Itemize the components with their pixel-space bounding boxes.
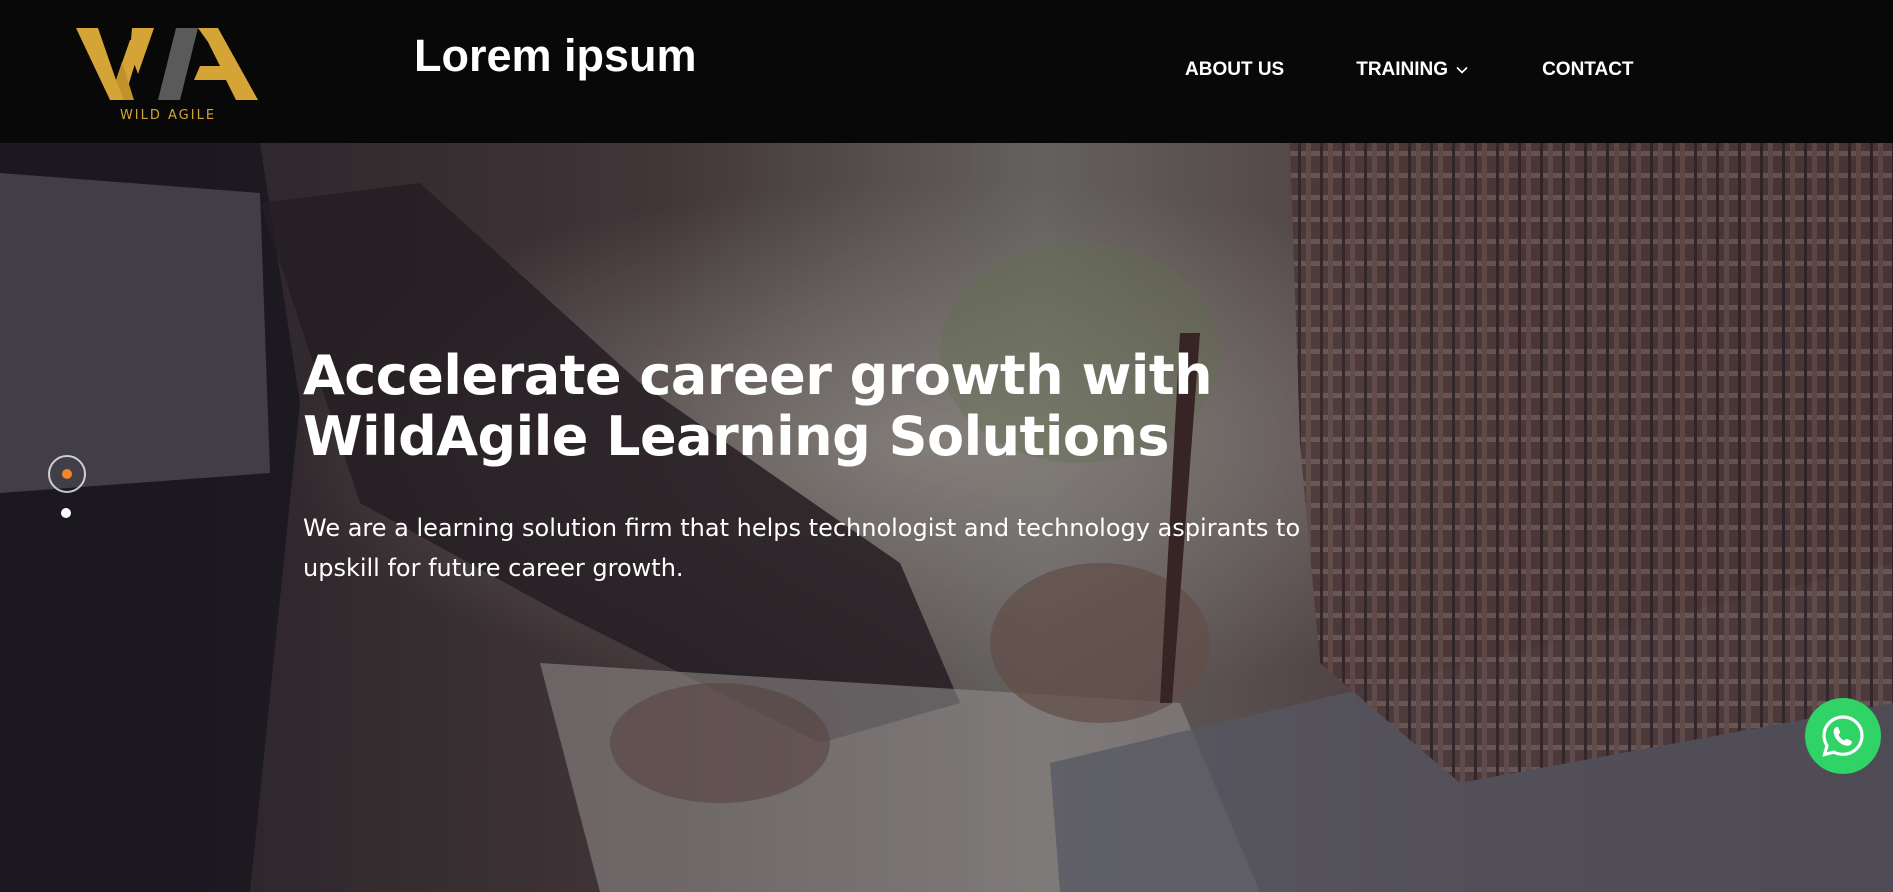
slider-dot-active-indicator xyxy=(62,469,72,479)
hero-description-line1: We are a learning solution firm that hel… xyxy=(303,514,1301,542)
hero-description: We are a learning solution firm that hel… xyxy=(303,508,1303,588)
wild-agile-logo[interactable]: WILD AGILE xyxy=(76,22,260,128)
slider-dot-2[interactable] xyxy=(61,508,71,518)
chevron-down-icon xyxy=(1456,66,1468,74)
whatsapp-icon xyxy=(1822,715,1864,757)
slider-dot-active[interactable] xyxy=(48,455,86,493)
nav-contact-label: CONTACT xyxy=(1542,59,1634,80)
main-nav: ABOUT US TRAINING CONTACT xyxy=(1185,59,1634,81)
logo-tagline: WILD AGILE xyxy=(119,108,217,123)
whatsapp-chat-button[interactable] xyxy=(1805,698,1881,774)
nav-about-us-label: ABOUT US xyxy=(1185,59,1285,80)
site-header: WILD AGILE Lorem ipsum ABOUT US TRAINING… xyxy=(0,0,1893,143)
site-title: Lorem ipsum xyxy=(414,30,697,81)
hero-slider: Accelerate career growth with WildAgile … xyxy=(0,143,1893,892)
hero-heading-line1: Accelerate career growth with xyxy=(303,344,1213,407)
nav-training-label: TRAINING xyxy=(1356,59,1449,80)
hero-heading-line2: WildAgile Learning Solutions xyxy=(303,405,1170,468)
logo-mark-icon xyxy=(76,28,258,100)
nav-training[interactable]: TRAINING xyxy=(1356,59,1468,81)
nav-about-us[interactable]: ABOUT US xyxy=(1185,59,1284,81)
hero-heading: Accelerate career growth with WildAgile … xyxy=(303,345,1303,467)
nav-contact[interactable]: CONTACT xyxy=(1542,59,1633,81)
hero-description-line2: upskill for future career growth. xyxy=(303,554,684,582)
